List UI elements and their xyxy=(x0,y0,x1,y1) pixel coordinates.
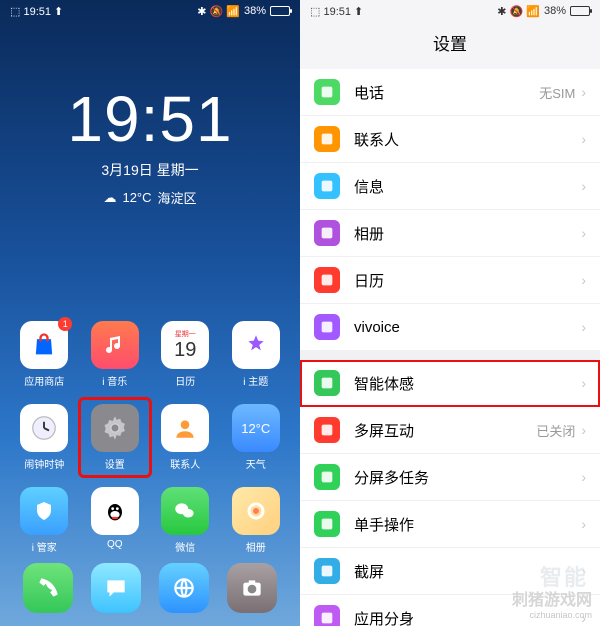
settings-row-g1-5[interactable]: vivoice› xyxy=(300,304,600,350)
row-label: 相册 xyxy=(354,223,581,244)
settings-row-g1-3[interactable]: 相册› xyxy=(300,210,600,257)
phone-icon xyxy=(35,575,61,601)
app-clock[interactable]: 闹钟时钟 xyxy=(14,404,75,471)
clock-widget: 19:51 3月19日 星期一 ☁ 12°C 海淀区 xyxy=(0,82,300,207)
phone-home-screen: ⬚ 19:51 ⬆ ✱ 🔕 📶 38% 19:51 3月19日 星期一 ☁ 12… xyxy=(0,0,300,626)
app-settings-highlighted[interactable]: 设置 xyxy=(78,397,153,478)
row-label: 分屏多任务 xyxy=(354,467,581,488)
chevron-right-icon: › xyxy=(581,84,586,100)
status-bar-left: ⬚ 19:51 ⬆ ✱ 🔕 📶 38% xyxy=(0,0,300,22)
row-icon xyxy=(314,511,340,537)
app-weather[interactable]: 12°C 天气 xyxy=(226,404,287,471)
gear-icon xyxy=(101,414,129,442)
row-label: 信息 xyxy=(354,176,581,197)
chevron-right-icon: › xyxy=(581,516,586,532)
chevron-right-icon: › xyxy=(581,319,586,335)
settings-row-g1-0[interactable]: 电话无SIM › xyxy=(300,69,600,116)
app-store[interactable]: 1 应用商店 xyxy=(14,321,75,388)
chevron-right-icon: › xyxy=(581,225,586,241)
row-value: 无SIM xyxy=(539,83,575,102)
camera-icon xyxy=(239,575,265,601)
chevron-right-icon: › xyxy=(581,131,586,147)
app-calendar[interactable]: 星期一 19 日历 xyxy=(155,321,216,388)
app-qq[interactable]: QQ xyxy=(85,487,146,554)
chevron-right-icon: › xyxy=(581,422,586,438)
row-icon xyxy=(314,126,340,152)
app-music[interactable]: i 音乐 xyxy=(85,321,146,388)
settings-group-1: 电话无SIM›联系人›信息›相册›日历›vivoice› xyxy=(300,69,600,350)
status-bar-right: ⬚ 19:51 ⬆ ✱ 🔕 📶 38% xyxy=(300,0,600,22)
chevron-right-icon: › xyxy=(581,272,586,288)
settings-row-g1-4[interactable]: 日历› xyxy=(300,257,600,304)
site-watermark: 刺猪游戏网 cizhuaniao.com xyxy=(512,586,592,620)
status-right: ✱ 🔕 📶 38% xyxy=(497,5,590,18)
row-icon xyxy=(314,558,340,584)
row-icon xyxy=(314,417,340,443)
section-separator xyxy=(300,350,600,360)
row-value: 已关闭 xyxy=(536,421,575,440)
badge: 1 xyxy=(58,317,72,331)
settings-row-g2-0[interactable]: 智能体感› xyxy=(300,360,600,407)
settings-row-g1-1[interactable]: 联系人› xyxy=(300,116,600,163)
dock-camera[interactable] xyxy=(227,563,277,613)
app-wechat[interactable]: 微信 xyxy=(155,487,216,554)
globe-icon xyxy=(171,575,197,601)
weather-icon: ☁ xyxy=(103,190,116,206)
app-contacts[interactable]: 联系人 xyxy=(155,404,216,471)
settings-row-g1-2[interactable]: 信息› xyxy=(300,163,600,210)
home-weather[interactable]: ☁ 12°C 海淀区 xyxy=(103,188,196,207)
music-icon xyxy=(103,333,127,357)
gallery-icon xyxy=(244,499,268,523)
chevron-right-icon: › xyxy=(581,375,586,391)
bag-icon xyxy=(30,331,58,359)
row-label: 日历 xyxy=(354,270,581,291)
status-time: ⬚ 19:51 ⬆ xyxy=(310,5,363,18)
chevron-right-icon: › xyxy=(581,469,586,485)
apps-grid: 1 应用商店 i 音乐 星期一 19 日历 xyxy=(0,321,300,554)
settings-row-g2-2[interactable]: 分屏多任务› xyxy=(300,454,600,501)
contacts-icon xyxy=(172,415,198,441)
chevron-right-icon: › xyxy=(581,178,586,194)
settings-row-g2-3[interactable]: 单手操作› xyxy=(300,501,600,548)
theme-icon xyxy=(243,332,269,358)
row-icon xyxy=(314,464,340,490)
app-manager[interactable]: i 管家 xyxy=(14,487,75,554)
row-icon xyxy=(314,173,340,199)
battery-icon xyxy=(270,6,290,16)
app-theme[interactable]: i 主题 xyxy=(226,321,287,388)
shield-icon xyxy=(32,499,56,523)
row-icon xyxy=(314,267,340,293)
row-icon xyxy=(314,314,340,340)
row-label: 联系人 xyxy=(354,129,581,150)
row-icon xyxy=(314,79,340,105)
settings-row-g2-1[interactable]: 多屏互动已关闭 › xyxy=(300,407,600,454)
app-gallery[interactable]: 相册 xyxy=(226,487,287,554)
row-label: 智能体感 xyxy=(354,373,581,394)
battery-icon xyxy=(570,6,590,16)
row-icon xyxy=(314,220,340,246)
clock-icon xyxy=(29,413,59,443)
status-right: ✱ 🔕 📶 38% xyxy=(197,5,290,18)
dock xyxy=(0,558,300,626)
wechat-icon xyxy=(172,498,198,524)
dock-phone[interactable] xyxy=(23,563,73,613)
row-icon xyxy=(314,370,340,396)
row-label: 单手操作 xyxy=(354,514,581,535)
row-icon xyxy=(314,605,340,626)
phone-settings-screen: ⬚ 19:51 ⬆ ✱ 🔕 📶 38% 设置 电话无SIM›联系人›信息›相册›… xyxy=(300,0,600,626)
page-title: 设置 xyxy=(300,22,600,69)
message-icon xyxy=(103,575,129,601)
dock-messages[interactable] xyxy=(91,563,141,613)
home-date: 3月19日 星期一 xyxy=(0,160,300,180)
qq-icon xyxy=(101,497,129,525)
row-label: vivoice xyxy=(354,319,581,336)
status-time: ⬚ 19:51 ⬆ xyxy=(10,5,63,18)
row-label: 电话 xyxy=(354,82,539,103)
dock-browser[interactable] xyxy=(159,563,209,613)
row-label: 多屏互动 xyxy=(354,420,536,441)
home-time: 19:51 xyxy=(0,82,300,156)
